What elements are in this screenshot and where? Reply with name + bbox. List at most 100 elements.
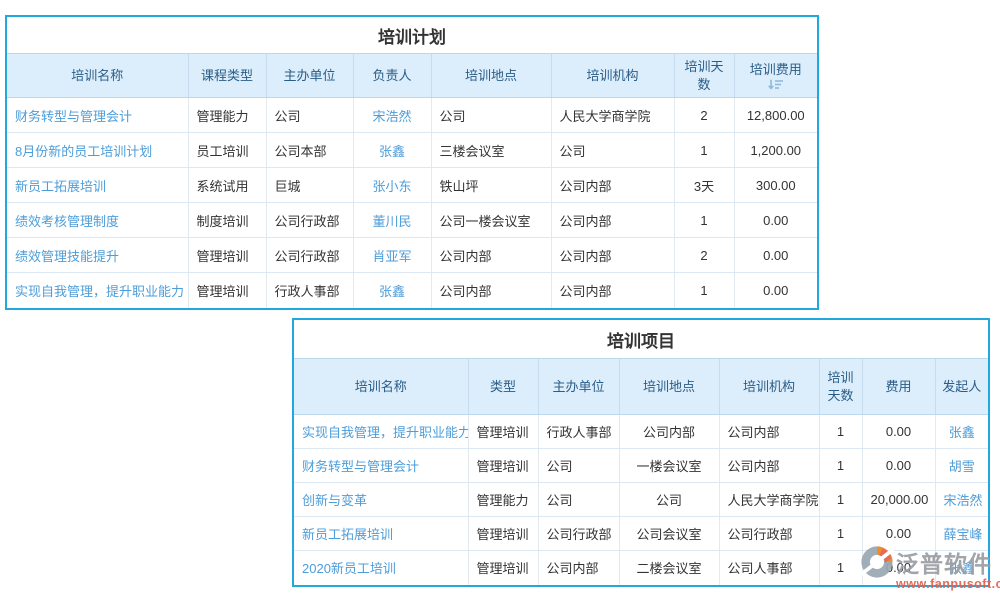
training-name-link[interactable]: 财务转型与管理会计 [294,449,468,483]
cell: 公司内部 [719,415,819,449]
column-header-label: 课程类型 [201,68,253,83]
cell: 铁山坪 [431,168,551,203]
cell: 1 [819,551,862,585]
owner-link[interactable]: 张鑫 [353,133,431,168]
training-name-link[interactable]: 8月份新的员工培训计划 [7,133,188,168]
cell: 人民大学商学院 [551,98,674,133]
cell: 公司内部 [431,273,551,308]
training-name-link[interactable]: 实现自我管理，提升职业能力 [7,273,188,308]
cell: 公司内部 [719,449,819,483]
owner-link[interactable]: 宋浩然 [353,98,431,133]
cell: 管理培训 [468,415,538,449]
column-header-label: 培训天数 [827,370,853,403]
column-header-label: 费用 [885,379,911,394]
cell: 二楼会议室 [619,551,719,585]
table-row: 绩效管理技能提升管理培训公司行政部肖亚军公司内部公司内部20.00 [7,238,817,273]
table-row: 实现自我管理，提升职业能力管理培训行政人事部公司内部公司内部10.00张鑫 [294,415,988,449]
column-header-0: 培训名称 [294,359,468,415]
training-name-link[interactable]: 新员工拓展培训 [7,168,188,203]
column-header-6: 培训天数 [674,54,734,98]
cell: 公司内部 [551,238,674,273]
training-name-link[interactable]: 新员工拓展培训 [294,517,468,551]
cell: 制度培训 [188,203,266,238]
table-row: 新员工拓展培训系统试用巨城张小东铁山坪公司内部3天300.00 [7,168,817,203]
column-header-4: 培训机构 [719,359,819,415]
training-name-link[interactable]: 绩效考核管理制度 [7,203,188,238]
column-header-7: 发起人 [935,359,988,415]
initiator-link[interactable]: 胡雪 [935,449,988,483]
column-header-label: 培训地点 [643,379,695,394]
cell: 公司一楼会议室 [431,203,551,238]
cell: 管理培训 [468,449,538,483]
column-header-label: 主办单位 [552,379,604,394]
cell: 公司内部 [538,551,619,585]
column-header-label: 发起人 [942,379,981,394]
column-header-2: 主办单位 [538,359,619,415]
cell: 1 [819,415,862,449]
cell: 公司 [538,483,619,517]
owner-link[interactable]: 董川民 [353,203,431,238]
cell: 公司内部 [551,203,674,238]
column-header-label: 类型 [490,379,516,394]
column-header-0: 培训名称 [7,54,188,98]
training-name-link[interactable]: 2020新员工培训 [294,551,468,585]
column-header-label: 培训名称 [355,379,407,394]
training-plan-title: 培训计划 [7,17,817,53]
cell: 公司行政部 [719,517,819,551]
column-header-1: 课程类型 [188,54,266,98]
column-header-2: 主办单位 [266,54,353,98]
cell: 员工培训 [188,133,266,168]
cell: 公司 [538,449,619,483]
cell: 20,000.00 [862,483,935,517]
cell: 300.00 [734,168,817,203]
cell: 0.00 [734,238,817,273]
cell: 0.00 [734,273,817,308]
training-plan-header: 培训名称 课程类型主办单位负责人 培训地点 培训机构 培训天数培训费用 [7,54,817,98]
cell: 管理培训 [188,238,266,273]
cell: 1 [819,449,862,483]
cell: 公司行政部 [266,203,353,238]
training-name-link[interactable]: 绩效管理技能提升 [7,238,188,273]
cell: 公司内部 [619,415,719,449]
cell: 3天 [674,168,734,203]
column-header-label: 培训天数 [684,59,723,92]
cell: 人民大学商学院 [719,483,819,517]
cell: 1,200.00 [734,133,817,168]
fanpu-logo-icon [860,545,894,579]
training-name-link[interactable]: 财务转型与管理会计 [7,98,188,133]
cell: 管理能力 [188,98,266,133]
owner-link[interactable]: 张鑫 [353,273,431,308]
cell: 0.00 [734,203,817,238]
cell: 12,800.00 [734,98,817,133]
cell: 管理培训 [468,551,538,585]
table-row: 财务转型与管理会计管理培训公司一楼会议室公司内部10.00胡雪 [294,449,988,483]
column-header-3: 培训地点 [619,359,719,415]
column-header-7[interactable]: 培训费用 [734,54,817,98]
cell: 管理能力 [468,483,538,517]
owner-link[interactable]: 张小东 [353,168,431,203]
initiator-link[interactable]: 张鑫 [935,415,988,449]
owner-link[interactable]: 肖亚军 [353,238,431,273]
cell: 1 [674,203,734,238]
column-header-3: 负责人 [353,54,431,98]
table-row: 财务转型与管理会计管理能力公司宋浩然公司人民大学商学院212,800.00 [7,98,817,133]
cell: 系统试用 [188,168,266,203]
column-header-label: 培训机构 [586,68,638,83]
column-header-label: 培训地点 [465,68,517,83]
initiator-link[interactable]: 宋浩然 [935,483,988,517]
cell: 一楼会议室 [619,449,719,483]
table-row: 绩效考核管理制度制度培训公司行政部董川民公司一楼会议室公司内部10.00 [7,203,817,238]
cell: 公司行政部 [266,238,353,273]
training-name-link[interactable]: 创新与变革 [294,483,468,517]
cell: 管理培训 [468,517,538,551]
training-name-link[interactable]: 实现自我管理，提升职业能力 [294,415,468,449]
training-plan-body: 财务转型与管理会计管理能力公司宋浩然公司人民大学商学院212,800.008月份… [7,98,817,308]
cell: 公司 [619,483,719,517]
cell: 0.00 [862,415,935,449]
column-header-6: 费用 [862,359,935,415]
training-project-header: 培训名称 类型 主办单位 培训地点 培训机构培训天数 费用 发起人 [294,359,988,415]
cell: 公司 [266,98,353,133]
cell: 公司人事部 [719,551,819,585]
cell: 0.00 [862,449,935,483]
column-header-label: 培训名称 [71,68,123,83]
